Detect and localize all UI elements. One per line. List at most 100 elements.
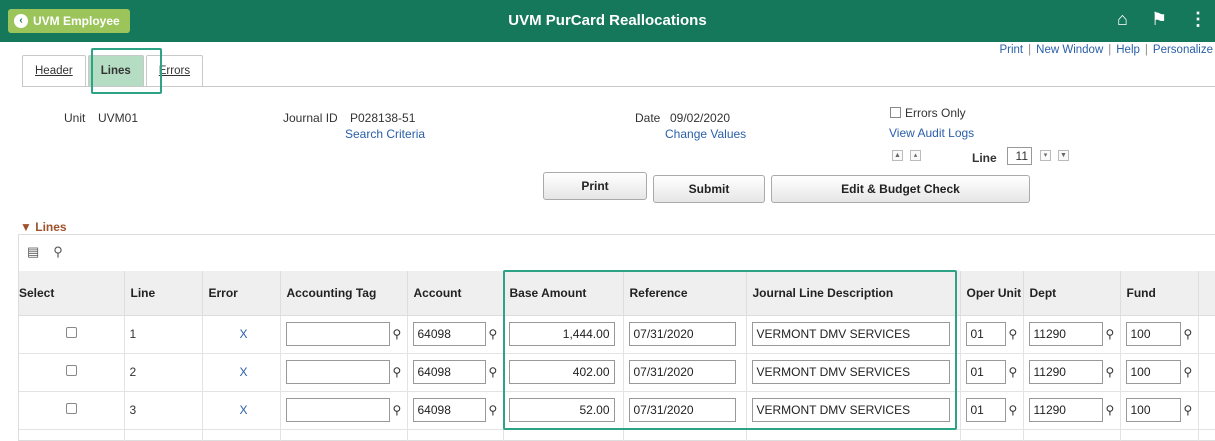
accounting-tag-input[interactable]: [285, 322, 390, 346]
error-link[interactable]: X: [202, 391, 281, 430]
search-icon[interactable]: ⚲: [1009, 365, 1023, 379]
oper-unit-input[interactable]: 01: [965, 322, 1006, 346]
account-input[interactable]: 64098: [412, 398, 486, 422]
print-link[interactable]: Print: [999, 44, 1023, 56]
fund-cell: 100 ⚲: [1120, 315, 1199, 354]
tab-errors-label: Errors: [158, 65, 191, 77]
line-cell: 3: [124, 391, 203, 430]
oper-unit-cell: 01 ⚲: [960, 353, 1024, 392]
lines-section-label: Lines: [35, 220, 67, 234]
search-icon[interactable]: ⚲: [1184, 365, 1198, 379]
search-icon[interactable]: ⚲: [1009, 403, 1023, 417]
change-values-link[interactable]: Change Values: [665, 127, 746, 141]
last-line-icon[interactable]: ▼: [1058, 150, 1069, 161]
col-header-account: Account: [407, 271, 504, 316]
search-icon[interactable]: ⚲: [489, 365, 503, 379]
line-number-input[interactable]: 11: [1007, 147, 1032, 165]
search-icon[interactable]: ⚲: [1184, 403, 1198, 417]
find-icon[interactable]: ⚲: [53, 244, 63, 260]
account-cell: 64098 ⚲: [407, 391, 504, 430]
page-title: UVM PurCard Reallocations: [508, 12, 707, 29]
partial-cell: [407, 429, 504, 441]
oper-unit-cell: 01 ⚲: [960, 315, 1024, 354]
oper-unit-input[interactable]: 01: [965, 398, 1006, 422]
home-icon[interactable]: ⌂: [1117, 9, 1128, 30]
grid-toolbar: ▤ ⚲: [27, 244, 63, 260]
accounting-tag-cell: ⚲: [280, 315, 408, 354]
account-input[interactable]: 64098: [412, 360, 486, 384]
partial-cell: [623, 429, 747, 441]
table-row-partial: [19, 429, 1215, 441]
partial-cell: [280, 429, 408, 441]
flag-icon[interactable]: ⚑: [1151, 9, 1167, 30]
fund-cell: 100 ⚲: [1120, 353, 1199, 392]
errors-only-checkbox[interactable]: [890, 107, 901, 118]
account-input[interactable]: 64098: [412, 322, 486, 346]
dept-input[interactable]: 11290: [1028, 398, 1103, 422]
select-checkbox[interactable]: [65, 403, 77, 414]
partial-cell: [202, 429, 281, 441]
unit-value: UVM01: [98, 111, 139, 125]
overflow-cell: [1198, 353, 1215, 392]
col-header-oper-unit: Oper Unit: [960, 271, 1024, 316]
personalize-grid-icon[interactable]: ▤: [27, 244, 39, 260]
accounting-tag-input[interactable]: [285, 360, 390, 384]
search-icon[interactable]: ⚲: [393, 365, 407, 379]
view-audit-logs-link[interactable]: View Audit Logs: [889, 126, 974, 140]
error-link[interactable]: X: [202, 353, 281, 392]
select-cell: [19, 391, 125, 430]
lines-section-title[interactable]: ▼ Lines: [20, 220, 67, 234]
dept-input[interactable]: 11290: [1028, 360, 1103, 384]
submit-button[interactable]: Submit: [653, 175, 765, 203]
search-icon[interactable]: ⚲: [1009, 327, 1023, 341]
accounting-tag-cell: ⚲: [280, 391, 408, 430]
print-button[interactable]: Print: [543, 172, 647, 200]
search-icon[interactable]: ⚲: [489, 403, 503, 417]
first-line-icon[interactable]: ▲: [892, 150, 903, 161]
fund-input[interactable]: 100: [1125, 322, 1181, 346]
fund-input[interactable]: 100: [1125, 360, 1181, 384]
dept-input[interactable]: 11290: [1028, 322, 1103, 346]
more-vertical-icon[interactable]: ⋮: [1189, 9, 1207, 30]
dept-cell: 11290 ⚲: [1023, 391, 1121, 430]
partial-cell: [1120, 429, 1199, 441]
line-label: Line: [972, 151, 997, 165]
search-icon[interactable]: ⚲: [1106, 365, 1120, 379]
date-value: 09/02/2020: [670, 111, 731, 125]
search-icon[interactable]: ⚲: [393, 327, 407, 341]
fund-input[interactable]: 100: [1125, 398, 1181, 422]
search-icon[interactable]: ⚲: [1184, 327, 1198, 341]
col-header-error: Error: [202, 271, 281, 316]
accounting-tag-input[interactable]: [285, 398, 390, 422]
overflow-cell: [1198, 315, 1215, 354]
new-window-link[interactable]: New Window: [1036, 44, 1103, 56]
error-link[interactable]: X: [202, 315, 281, 354]
partial-cell: [1198, 429, 1215, 441]
personalize-link[interactable]: Personalize: [1153, 44, 1213, 56]
col-header-fund: Fund: [1120, 271, 1199, 316]
partial-cell: [746, 429, 961, 441]
select-checkbox[interactable]: [65, 365, 77, 376]
search-icon[interactable]: ⚲: [489, 327, 503, 341]
link-separator: |: [1144, 44, 1148, 56]
col-header-line: Line: [124, 271, 203, 316]
previous-line-icon[interactable]: ▴: [910, 150, 921, 161]
select-checkbox[interactable]: [65, 327, 77, 338]
partial-cell: [503, 429, 624, 441]
collapse-triangle-icon: ▼: [20, 220, 32, 234]
top-links: Print | New Window | Help | Personalize: [999, 44, 1213, 56]
search-icon[interactable]: ⚲: [393, 403, 407, 417]
oper-unit-input[interactable]: 01: [965, 360, 1006, 384]
errors-only-checkbox-group: Errors Only: [890, 106, 966, 120]
tab-header[interactable]: Header: [22, 55, 86, 86]
search-criteria-link[interactable]: Search Criteria: [345, 127, 425, 141]
partial-cell: [124, 429, 203, 441]
help-link[interactable]: Help: [1116, 44, 1140, 56]
search-icon[interactable]: ⚲: [1106, 327, 1120, 341]
overflow-cell: [1198, 391, 1215, 430]
next-line-icon[interactable]: ▾: [1040, 150, 1051, 161]
edit-budget-check-button[interactable]: Edit & Budget Check: [771, 175, 1030, 203]
account-cell: 64098 ⚲: [407, 315, 504, 354]
col-header-select: Select: [19, 271, 125, 316]
search-icon[interactable]: ⚲: [1106, 403, 1120, 417]
